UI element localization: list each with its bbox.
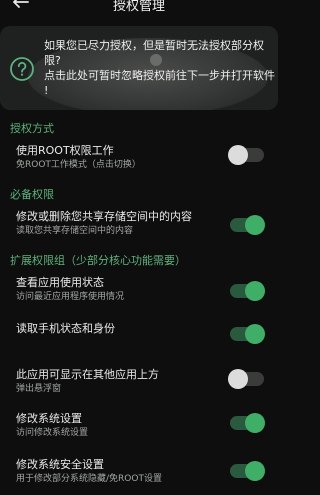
- phone-state-row[interactable]: 读取手机状态和身份: [0, 314, 278, 348]
- help-circle-icon: [10, 57, 34, 81]
- section-extended: 扩展权限组（少部分核心功能需要）: [10, 254, 186, 267]
- page-title: 授权管理: [112, 0, 165, 14]
- usage-stats-row[interactable]: 查看应用使用状态 访问最近应用程序使用情况: [0, 270, 278, 304]
- root-mode-subtitle: 免ROOT工作模式（点击切换）: [16, 160, 141, 170]
- system-settings-row[interactable]: 修改系统设置 访问修改系统设置: [0, 406, 278, 440]
- usage-stats-subtitle: 访问最近应用程序使用情况: [16, 292, 125, 302]
- root-mode-title: 使用ROOT权限工作: [16, 144, 114, 157]
- system-settings-subtitle: 访问修改系统设置: [16, 428, 89, 438]
- secure-settings-toggle[interactable]: [230, 461, 265, 481]
- toggle-knob: [228, 369, 248, 389]
- notice-line-4: !: [44, 84, 49, 97]
- toggle-knob: [245, 281, 265, 301]
- section-required: 必备权限: [10, 188, 54, 201]
- toggle-knob: [245, 413, 265, 433]
- toggle-knob: [245, 461, 265, 481]
- overlay-permission-row[interactable]: 此应用可显示在其他应用上方 弹出悬浮窗: [0, 362, 278, 396]
- overlay-permission-toggle[interactable]: [228, 369, 264, 389]
- secure-settings-row[interactable]: 修改系统安全设置 用于修改部分系统隐藏/免ROOT设置: [0, 452, 278, 488]
- section-auth-mode: 授权方式: [10, 122, 54, 135]
- toggle-knob: [228, 145, 248, 165]
- usage-stats-toggle[interactable]: [230, 281, 265, 301]
- system-settings-toggle[interactable]: [230, 413, 265, 433]
- phone-state-toggle[interactable]: [230, 324, 265, 344]
- overlay-permission-title: 此应用可显示在其他应用上方: [16, 368, 159, 381]
- notice-line-3: 点击此处可暂时忽略授权前往下一步并打开软件: [44, 69, 275, 82]
- notice-line-2: 限?: [44, 54, 61, 67]
- storage-permission-toggle[interactable]: [230, 215, 265, 235]
- permission-management-page: 授权管理 如果您已尽力授权，但是暂时无法授权部分权 限? 点击此处可暂时忽略授权…: [0, 0, 278, 495]
- toggle-knob: [245, 215, 265, 235]
- notice-line-1: 如果您已尽力授权，但是暂时无法授权部分权: [44, 39, 264, 52]
- root-mode-row[interactable]: 使用ROOT权限工作 免ROOT工作模式（点击切换）: [0, 138, 278, 172]
- usage-stats-title: 查看应用使用状态: [16, 276, 104, 289]
- root-mode-toggle[interactable]: [228, 145, 264, 165]
- toggle-knob: [245, 324, 265, 344]
- system-settings-title: 修改系统设置: [16, 412, 82, 425]
- phone-state-title: 读取手机状态和身份: [16, 322, 115, 335]
- secure-settings-subtitle: 用于修改部分系统隐藏/免ROOT设置: [16, 474, 162, 484]
- top-bar: 授权管理: [0, 0, 278, 14]
- storage-permission-row[interactable]: 修改或删除您共享存储空间中的内容 读取您共享存储空间中的内容: [0, 204, 278, 238]
- notice-text: 如果您已尽力授权，但是暂时无法授权部分权 限? 点击此处可暂时忽略授权前往下一步…: [44, 38, 275, 98]
- secure-settings-title: 修改系统安全设置: [16, 458, 104, 471]
- storage-permission-subtitle: 读取您共享存储空间中的内容: [16, 226, 134, 236]
- overlay-permission-subtitle: 弹出悬浮窗: [16, 384, 62, 394]
- storage-permission-title: 修改或删除您共享存储空间中的内容: [16, 210, 192, 223]
- skip-authorization-notice[interactable]: 如果您已尽力授权，但是暂时无法授权部分权 限? 点击此处可暂时忽略授权前往下一步…: [0, 26, 278, 110]
